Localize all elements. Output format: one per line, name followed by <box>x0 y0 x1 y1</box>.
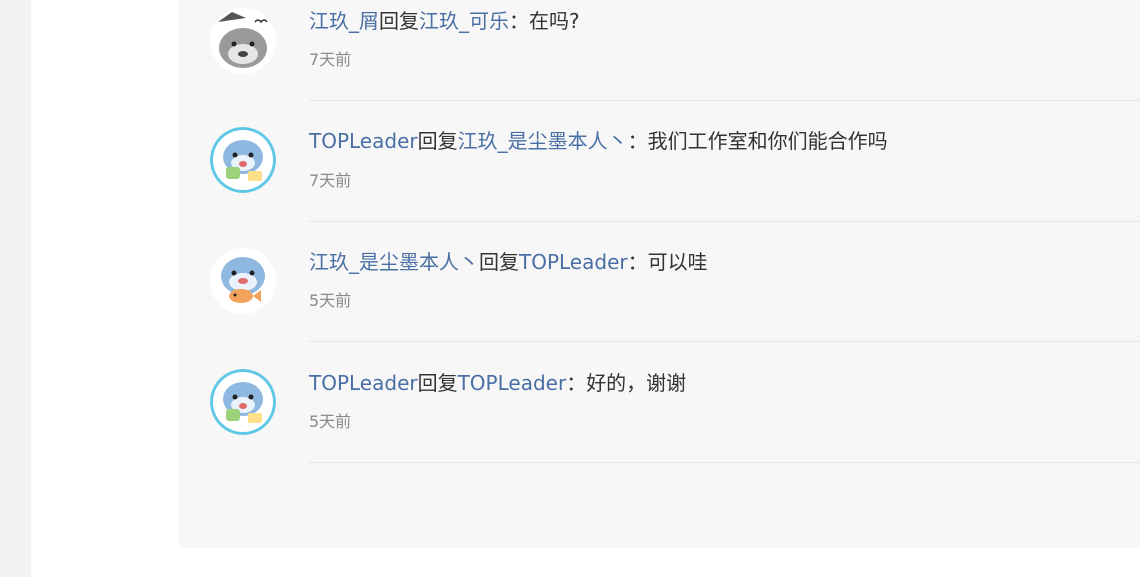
target-user-link[interactable]: 江玖_是尘墨本人丶 <box>458 129 628 153</box>
reply-verb: 回复 <box>417 371 458 395</box>
reply-time: 7天前 <box>309 171 352 190</box>
author-link[interactable]: TOPLeader <box>309 129 418 153</box>
reply-verb: 回复 <box>417 129 458 153</box>
colon: ： <box>509 9 529 33</box>
reply-time: 5天前 <box>309 412 352 431</box>
reply-time: 5天前 <box>309 291 352 310</box>
shark-avatar-icon <box>210 248 276 314</box>
reply-content: 在吗? <box>529 9 580 33</box>
user-avatar[interactable] <box>210 127 276 193</box>
divider <box>309 221 1140 222</box>
reply-text: TOPLeader回复江玖_是尘墨本人丶：我们工作室和你们能合作吗 <box>309 127 888 155</box>
reply-text: TOPLeader回复TOPLeader：好的，谢谢 <box>309 369 686 397</box>
colon: ： <box>627 250 648 274</box>
colon: ： <box>627 129 648 153</box>
reply-content: 可以哇 <box>647 250 708 274</box>
reply-time: 7天前 <box>309 50 352 69</box>
reply-content: 好的，谢谢 <box>586 371 687 395</box>
user-avatar[interactable] <box>210 369 276 435</box>
shark-avatar-icon <box>210 127 276 193</box>
reply-text: 江玖_屑回复江玖_可乐：在吗? <box>309 7 580 35</box>
author-link[interactable]: 江玖_是尘墨本人丶 <box>309 250 479 274</box>
author-link[interactable]: TOPLeader <box>309 371 418 395</box>
divider <box>309 462 1140 463</box>
reply-list: 江玖_屑回复江玖_可乐：在吗? 7天前 TOPLeader回复江玖_是尘墨本人丶… <box>178 0 1140 548</box>
reply-verb: 回复 <box>479 250 519 274</box>
user-avatar[interactable] <box>210 248 276 314</box>
divider <box>309 341 1140 342</box>
reply-item: TOPLeader回复TOPLeader：好的，谢谢 5天前 <box>178 362 1140 482</box>
reply-text: 江玖_是尘墨本人丶回复TOPLeader：可以哇 <box>309 248 708 276</box>
reply-verb: 回复 <box>379 9 419 33</box>
reply-content: 我们工作室和你们能合作吗 <box>647 129 888 153</box>
reply-item: 江玖_是尘墨本人丶回复TOPLeader：可以哇 5天前 <box>178 241 1140 361</box>
user-avatar[interactable] <box>210 8 276 74</box>
reply-item: 江玖_屑回复江玖_可乐：在吗? 7天前 <box>178 0 1140 120</box>
shark-avatar-icon <box>210 369 276 435</box>
target-user-link[interactable]: 江玖_可乐 <box>419 9 509 33</box>
target-user-link[interactable]: TOPLeader <box>458 371 567 395</box>
shark-avatar-icon <box>210 8 276 74</box>
divider <box>309 100 1140 101</box>
reply-item: TOPLeader回复江玖_是尘墨本人丶：我们工作室和你们能合作吗 7天前 <box>178 120 1140 240</box>
page-background: 江玖_屑回复江玖_可乐：在吗? 7天前 TOPLeader回复江玖_是尘墨本人丶… <box>0 0 1140 577</box>
target-user-link[interactable]: TOPLeader <box>519 250 628 274</box>
colon: ： <box>566 371 587 395</box>
author-link[interactable]: 江玖_屑 <box>309 9 379 33</box>
